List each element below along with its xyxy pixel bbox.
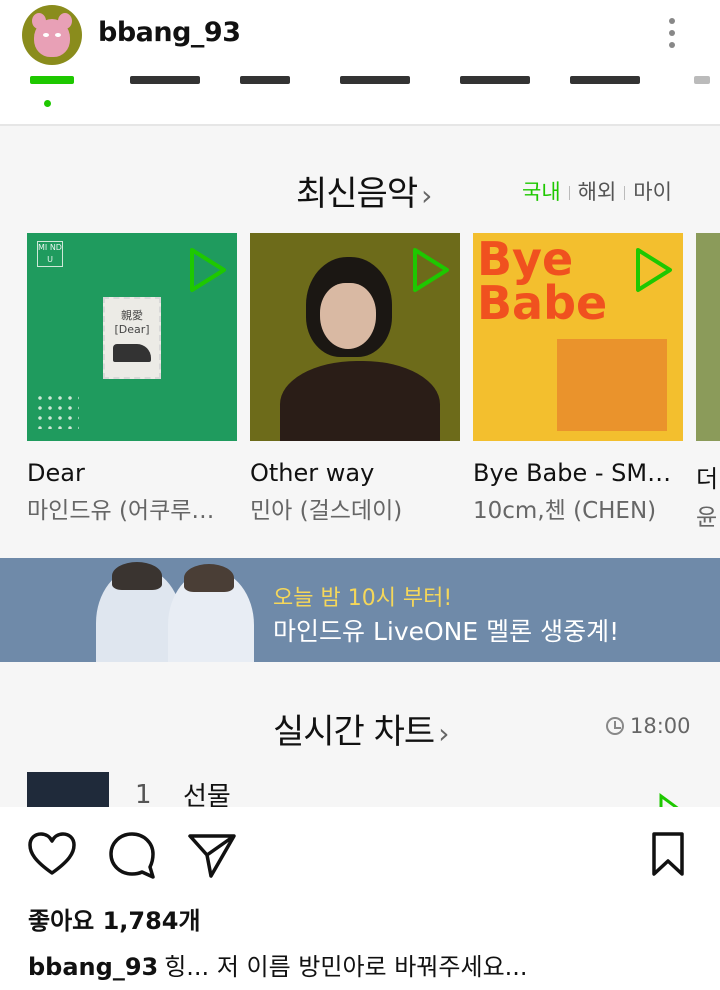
- album-artist[interactable]: 민아 (걸스데이): [250, 491, 460, 525]
- realtime-chart-title: 실시간 차트: [273, 712, 435, 752]
- album-title[interactable]: Dear: [27, 459, 237, 487]
- cover-photo: [557, 339, 667, 431]
- chevron-right-icon: ›: [438, 717, 449, 750]
- caption-text: 힝... 저 이름 방민아로 바꿔주세요...: [164, 953, 528, 981]
- chart-time-text: 18:00: [630, 714, 691, 738]
- album-artist[interactable]: 10cm,첸 (CHEN): [473, 491, 683, 525]
- latest-music-title: 최신음악: [296, 174, 418, 214]
- filter-domestic[interactable]: 국내: [522, 180, 561, 204]
- album-artist[interactable]: 마인드유 (어쿠루…: [27, 491, 237, 525]
- chevron-right-icon: ›: [421, 179, 432, 212]
- album-card[interactable]: 더 윤: [696, 233, 720, 532]
- live-banner[interactable]: 오늘 밤 10시 부터! 마인드유 LiveONE 멜론 생중계!: [0, 558, 720, 662]
- comment-icon[interactable]: [107, 831, 157, 879]
- avatar[interactable]: [22, 5, 82, 65]
- share-icon[interactable]: [187, 831, 237, 879]
- album-card[interactable]: MI ND U 親愛 [Dear] Dear 마인드유 (어쿠루…: [27, 233, 237, 525]
- album-art-other-way[interactable]: [250, 233, 460, 441]
- banner-title: 마인드유 LiveONE 멜론 생중계!: [273, 617, 620, 646]
- post-actions: 좋아요 1,784개 bbang_93 힝... 저 이름 방민아로 바꿔주세요.…: [0, 807, 720, 990]
- chart-time: 18:00: [606, 714, 691, 738]
- play-icon[interactable]: [187, 245, 229, 295]
- play-icon[interactable]: [656, 792, 686, 807]
- active-tab-indicator: [44, 100, 51, 107]
- banner-subtitle: 오늘 밤 10시 부터!: [273, 586, 453, 611]
- album-logo: MI ND U: [37, 241, 63, 267]
- dot-pattern: [35, 393, 79, 429]
- realtime-chart-heading[interactable]: 실시간 차트 ›: [273, 704, 449, 753]
- region-filter: 국내 해외 마이: [522, 176, 672, 206]
- clock-icon: [606, 717, 624, 735]
- rank-thumbnail[interactable]: [27, 772, 109, 807]
- rank-number: 1: [135, 780, 152, 807]
- album-title[interactable]: 더: [696, 459, 720, 494]
- album-art-dear[interactable]: MI ND U 親愛 [Dear]: [27, 233, 237, 441]
- filter-overseas[interactable]: 해외: [578, 180, 617, 204]
- post-username[interactable]: bbang_93: [98, 17, 241, 48]
- album-art-partial[interactable]: [696, 233, 720, 441]
- album-stamp-text: 親愛 [Dear]: [114, 309, 150, 336]
- play-icon[interactable]: [633, 245, 675, 295]
- play-icon[interactable]: [410, 245, 452, 295]
- post-caption: bbang_93 힝... 저 이름 방민아로 바꿔주세요...: [28, 947, 528, 982]
- post-header: bbang_93: [0, 0, 720, 70]
- latest-music-heading[interactable]: 최신음악 ›: [296, 166, 432, 215]
- rank-song-title[interactable]: 선물: [183, 776, 231, 807]
- post-image[interactable]: 최신음악 › 국내 해외 마이 MI ND U 親愛 [Dear] Dear 마인드유…: [0, 70, 720, 807]
- album-title[interactable]: Bye Babe - SM…: [473, 459, 683, 487]
- more-vertical-icon[interactable]: [666, 18, 678, 54]
- bookmark-icon[interactable]: [650, 831, 686, 877]
- album-artist[interactable]: 윤: [696, 498, 720, 532]
- heart-icon[interactable]: [27, 831, 77, 877]
- album-title[interactable]: Other way: [250, 459, 460, 487]
- album-art-bye-babe[interactable]: Bye Babe: [473, 233, 683, 441]
- portrait-face: [320, 283, 376, 349]
- album-card[interactable]: Other way 민아 (걸스데이): [250, 233, 460, 525]
- album-card[interactable]: Bye Babe Bye Babe - SM… 10cm,첸 (CHEN): [473, 233, 683, 525]
- album-stamp: 親愛 [Dear]: [103, 297, 161, 379]
- likes-count[interactable]: 좋아요 1,784개: [28, 901, 201, 936]
- portrait-body: [280, 361, 440, 441]
- caption-username[interactable]: bbang_93: [28, 953, 158, 981]
- app-tab-strip: [0, 70, 720, 126]
- filter-my[interactable]: 마이: [633, 180, 672, 204]
